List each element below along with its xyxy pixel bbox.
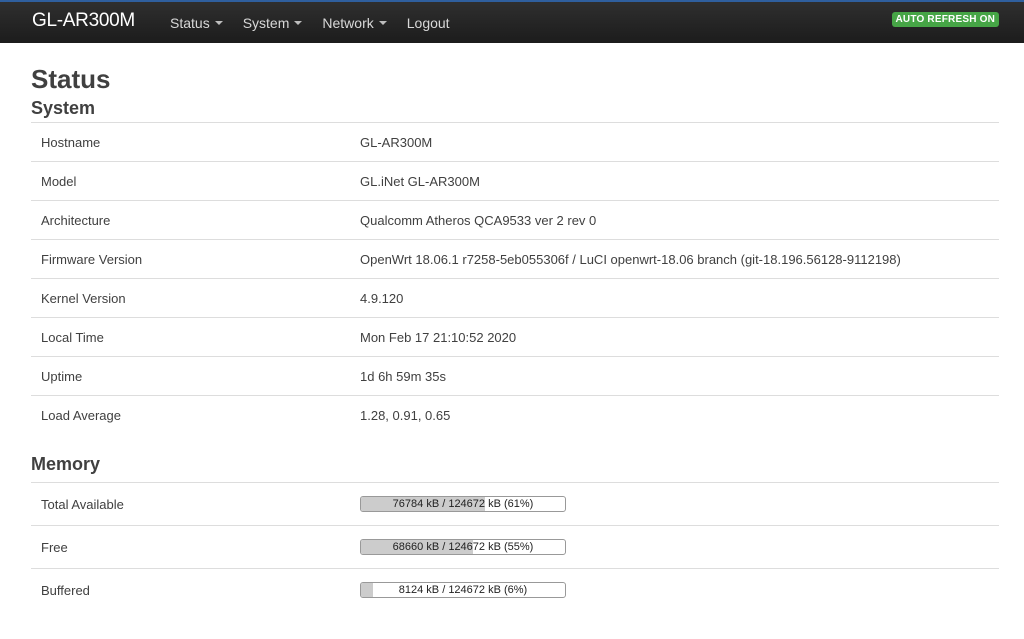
row-value: 1.28, 0.91, 0.65 xyxy=(360,395,999,434)
progress-bar: 68660 kB / 124672 kB (55%) xyxy=(360,539,566,555)
row-value: Mon Feb 17 21:10:52 2020 xyxy=(360,317,999,357)
system-row-uptime: Uptime 1d 6h 59m 35s xyxy=(31,356,999,396)
row-label: Kernel Version xyxy=(31,278,360,318)
memory-row-free: Free 68660 kB / 124672 kB (55%) xyxy=(31,525,999,569)
system-row-hostname: Hostname GL-AR300M xyxy=(31,122,999,162)
nav-system-menu[interactable]: System xyxy=(243,15,303,31)
row-value: 68660 kB / 124672 kB (55%) xyxy=(360,525,999,569)
nav-system-label: System xyxy=(242,14,290,31)
memory-row-total-available: Total Available 76784 kB / 124672 kB (61… xyxy=(31,482,999,526)
system-row-firmware: Firmware Version OpenWrt 18.06.1 r7258-5… xyxy=(31,239,999,279)
memory-section-title: Memory xyxy=(31,454,101,474)
nav-network-menu[interactable]: Network xyxy=(322,14,387,31)
caret-down-icon xyxy=(294,21,303,25)
system-row-model: Model GL.iNet GL-AR300M xyxy=(31,161,999,201)
system-row-architecture: Architecture Qualcomm Atheros QCA9533 ve… xyxy=(31,200,999,240)
progress-bar-text: 8124 kB / 124672 kB (6%) xyxy=(398,584,528,596)
row-label: Local Time xyxy=(31,317,360,357)
row-value: 76784 kB / 124672 kB (61%) xyxy=(360,482,999,526)
brand-link[interactable]: GL-AR300M xyxy=(32,10,135,32)
nav-status-label: Status xyxy=(170,14,210,31)
nav-status-menu[interactable]: Status xyxy=(170,15,223,31)
progress-bar-text: 68660 kB / 124672 kB (55%) xyxy=(392,541,534,553)
row-value: Qualcomm Atheros QCA9533 ver 2 rev 0 xyxy=(360,200,999,240)
nav-network-label: Network xyxy=(322,14,374,31)
row-value: 1d 6h 59m 35s xyxy=(360,356,999,396)
row-value: OpenWrt 18.06.1 r7258-5eb055306f / LuCI … xyxy=(360,239,999,279)
caret-down-icon xyxy=(378,21,387,25)
row-label: Firmware Version xyxy=(31,239,360,279)
system-table: Hostname GL-AR300M Model GL.iNet GL-AR30… xyxy=(31,122,999,434)
progress-bar-text: 76784 kB / 124672 kB (61%) xyxy=(392,498,534,510)
memory-table: Total Available 76784 kB / 124672 kB (61… xyxy=(31,482,999,611)
row-label: Uptime xyxy=(31,356,360,396)
system-section-title: System xyxy=(31,98,96,118)
row-label: Model xyxy=(31,161,360,201)
system-row-kernel: Kernel Version 4.9.120 xyxy=(31,278,999,318)
memory-row-buffered: Buffered 8124 kB / 124672 kB (6%) xyxy=(31,568,999,611)
row-label: Buffered xyxy=(31,568,360,611)
row-label: Architecture xyxy=(31,200,360,240)
row-label: Free xyxy=(31,525,360,569)
row-value: 4.9.120 xyxy=(360,278,999,318)
nav-menu: Status System Network Logout xyxy=(170,2,470,43)
auto-refresh-toggle[interactable]: AUTO REFRESH ON xyxy=(891,12,999,27)
nav-logout-label: Logout xyxy=(406,14,450,31)
system-row-local-time: Local Time Mon Feb 17 21:10:52 2020 xyxy=(31,317,999,357)
caret-down-icon xyxy=(214,21,223,25)
row-value: GL.iNet GL-AR300M xyxy=(360,161,999,201)
system-row-load-average: Load Average 1.28, 0.91, 0.65 xyxy=(31,395,999,434)
row-label: Hostname xyxy=(31,122,360,162)
row-value: GL-AR300M xyxy=(360,122,999,162)
progress-bar: 8124 kB / 124672 kB (6%) xyxy=(360,582,566,598)
nav-logout-link[interactable]: Logout xyxy=(407,15,450,31)
page-title: Status xyxy=(31,64,111,94)
row-value: 8124 kB / 124672 kB (6%) xyxy=(360,568,999,611)
progress-bar: 76784 kB / 124672 kB (61%) xyxy=(360,496,566,512)
row-label: Total Available xyxy=(31,482,360,526)
main-content: Status System Hostname GL-AR300M Model G… xyxy=(31,43,999,611)
row-label: Load Average xyxy=(31,395,360,434)
navbar: GL-AR300M Status System Network Logout A… xyxy=(0,0,1024,43)
